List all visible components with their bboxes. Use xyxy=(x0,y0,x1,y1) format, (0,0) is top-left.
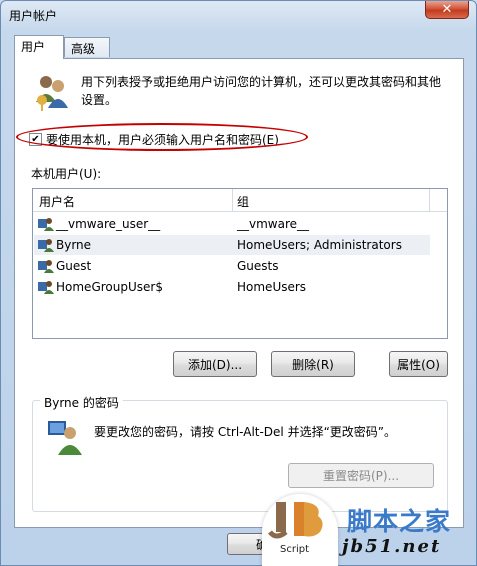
tab-advanced[interactable]: 高级 xyxy=(64,37,110,57)
local-users-label: 本机用户(U): xyxy=(31,167,102,181)
users-icon xyxy=(36,76,68,111)
user-icon xyxy=(38,281,54,294)
reset-password-button[interactable]: 重置密码(P)... xyxy=(288,463,434,488)
add-user-button[interactable]: 添加(D)... xyxy=(173,351,257,377)
properties-button[interactable]: 属性(O) xyxy=(389,351,448,377)
table-row[interactable]: Guest Guests xyxy=(34,256,430,276)
user-key-icon xyxy=(48,421,82,455)
user-group: __vmware__ xyxy=(237,217,310,231)
title-bar[interactable]: 用户帐户 ✕ xyxy=(1,1,476,29)
table-row[interactable]: Byrne HomeUsers; Administrators xyxy=(34,235,430,255)
column-divider[interactable] xyxy=(429,189,430,211)
user-icon xyxy=(38,218,54,231)
user-name: __vmware_user__ xyxy=(56,217,161,231)
close-icon: ✕ xyxy=(441,2,453,17)
table-row[interactable]: __vmware_user__ __vmware__ xyxy=(34,214,430,234)
window-title: 用户帐户 xyxy=(9,9,58,23)
list-header: 用户名 组 xyxy=(33,189,447,212)
user-name: Guest xyxy=(56,259,92,273)
user-group: HomeUsers; Administrators xyxy=(237,238,402,252)
users-list[interactable]: 用户名 组 __vmware_user__ __vmware__ Byrne H… xyxy=(32,188,448,339)
require-login-row[interactable]: ✔ 要使用本机，用户必须输入用户名和密码(E) xyxy=(29,131,279,148)
brand-name: 脚本之家 xyxy=(347,507,452,536)
user-accounts-window: 用户帐户 ✕ 用户 高级 用下列表授予或拒绝用户访问您的计算机，还可以更改其密码… xyxy=(0,0,477,566)
user-group: HomeUsers xyxy=(237,280,307,294)
column-divider[interactable] xyxy=(232,189,233,211)
check-icon: ✔ xyxy=(31,133,40,145)
user-name: HomeGroupUser$ xyxy=(56,280,163,294)
description-text: 用下列表授予或拒绝用户访问您的计算机，还可以更改其密码和其他设置。 xyxy=(81,75,442,107)
watermark-logo: Script 脚本之家 jb51.net xyxy=(262,494,477,566)
tab-panel-users: 用下列表授予或拒绝用户访问您的计算机，还可以更改其密码和其他设置。 ✔ 要使用本… xyxy=(14,58,464,528)
require-login-checkbox[interactable]: ✔ xyxy=(29,133,42,146)
column-header-username[interactable]: 用户名 xyxy=(39,193,75,210)
user-name: Byrne xyxy=(56,238,92,252)
logo-badge: Script xyxy=(262,494,338,566)
tab-users[interactable]: 用户 xyxy=(14,35,64,59)
user-icon xyxy=(38,239,54,252)
password-instruction: 要更改您的密码，请按 Ctrl-Alt-Del 并选择“更改密码”。 xyxy=(94,425,397,439)
user-icon xyxy=(38,260,54,273)
user-group: Guests xyxy=(237,259,279,273)
logo-script-text: Script xyxy=(280,544,310,555)
brand-url: jb51.net xyxy=(342,536,442,557)
remove-user-button[interactable]: 删除(R) xyxy=(271,351,355,377)
column-header-group[interactable]: 组 xyxy=(237,193,249,210)
table-row[interactable]: HomeGroupUser$ HomeUsers xyxy=(34,277,430,297)
password-group-title: Byrne 的密码 xyxy=(40,394,123,411)
jb-logo-icon xyxy=(268,502,323,539)
require-login-label: 要使用本机，用户必须输入用户名和密码(E) xyxy=(46,133,279,147)
close-button[interactable]: ✕ xyxy=(425,1,469,19)
